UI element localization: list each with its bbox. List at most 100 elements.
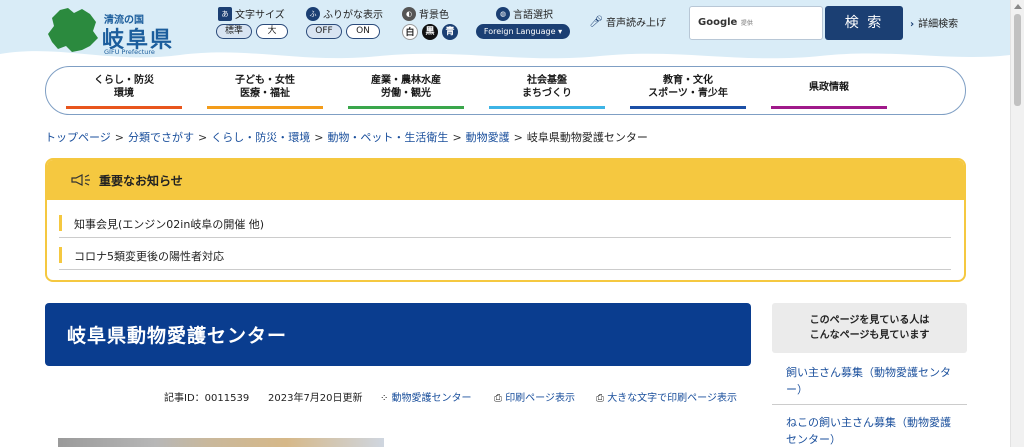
- category-link[interactable]: ⁘ 動物愛護センター: [380, 389, 472, 404]
- nav-living-disaster[interactable]: くらし・防災 環境: [66, 74, 182, 109]
- large-print-link-label[interactable]: 大きな文字で印刷ページ表示: [607, 393, 737, 404]
- advanced-search-link[interactable]: › 詳細検索: [910, 15, 958, 30]
- furigana-tool: ふふりがな表示 OFF ON: [306, 6, 392, 46]
- breadcrumb-current: 岐阜県動物愛護センター: [526, 131, 648, 144]
- nav-education-sports[interactable]: 教育・文化スポーツ・青少年: [630, 74, 746, 109]
- related-link-dog-adoption[interactable]: 飼い主さん募集（動物愛護センター）: [786, 364, 956, 398]
- large-print-link[interactable]: ⎙ 大きな文字で印刷ページ表示: [596, 389, 737, 404]
- breadcrumb-separator: >: [513, 131, 523, 144]
- divider: [772, 404, 967, 405]
- nav-industry-tourism[interactable]: 産業・農林水産 労働・観光: [348, 74, 464, 109]
- print-link-label[interactable]: 印刷ページ表示: [505, 393, 575, 404]
- bg-black-button[interactable]: 黒: [422, 24, 438, 40]
- logo-english: GIFU Prefecture: [104, 48, 155, 56]
- nav-color-bar: [207, 106, 323, 109]
- nav-label-line2: スポーツ・青少年: [648, 88, 728, 99]
- nav-color-bar: [66, 106, 182, 109]
- font-size-tool: あ文字サイズ 標準 大: [216, 6, 296, 46]
- breadcrumb-separator: >: [452, 131, 462, 144]
- page-title: 岐阜県動物愛護センター: [67, 325, 288, 347]
- font-size-label: 文字サイズ: [235, 10, 285, 21]
- grid-icon: ⁘: [380, 393, 392, 404]
- notice-bullet: [59, 247, 62, 263]
- related-link-cat-adoption[interactable]: ねこの飼い主さん募集（動物愛護センター）: [786, 414, 956, 447]
- globe-icon: ◍: [496, 6, 510, 21]
- notice-link-covid[interactable]: コロナ5類変更後の陽性者対応: [74, 248, 224, 264]
- updated-date: 2023年7月20日更新: [268, 393, 363, 404]
- notice-item: 知事会見(エンジン02in岐阜の開催 他): [59, 208, 951, 238]
- notice-bullet: [59, 215, 62, 231]
- category-link-label[interactable]: 動物愛護センター: [392, 393, 472, 404]
- nav-label-line1: 教育・文化: [663, 75, 713, 86]
- nav-infrastructure[interactable]: 社会基盤 まちづくり: [489, 74, 605, 109]
- related-heading-line1: このページを見ている人は: [809, 315, 930, 326]
- chevron-down-icon: ▾: [558, 27, 563, 36]
- speech-label: 音声読み上げ: [605, 18, 666, 29]
- font-size-icon: あ: [218, 6, 232, 21]
- scrollbar-thumb[interactable]: [1014, 14, 1021, 106]
- palette-icon: ◐: [402, 6, 416, 21]
- breadcrumb-link[interactable]: トップページ: [45, 131, 111, 144]
- nav-color-bar: [348, 106, 464, 109]
- google-logo: Google 提供: [698, 17, 753, 28]
- related-heading: このページを見ている人は こんなページも見ています: [772, 303, 967, 353]
- language-tool: ◍ 言語選択 Foreign Language ▾: [476, 6, 572, 46]
- breadcrumb-link[interactable]: 動物・ペット・生活衛生: [327, 131, 448, 144]
- advanced-search-label: 詳細検索: [918, 19, 959, 30]
- notice-link-press-conference[interactable]: 知事会見(エンジン02in岐阜の開催 他): [74, 216, 264, 232]
- foreign-language-button[interactable]: Foreign Language ▾: [476, 24, 570, 39]
- breadcrumb-separator: >: [198, 131, 208, 144]
- notice-item: コロナ5類変更後の陽性者対応: [59, 240, 951, 270]
- site-logo[interactable]: 清流の国 岐阜県 GIFU Prefecture: [46, 6, 206, 56]
- nav-prefectural-info[interactable]: 県政情報: [771, 74, 887, 109]
- nav-label-line1: 子ども・女性: [235, 75, 295, 86]
- page-scrollbar[interactable]: [1010, 0, 1024, 447]
- breadcrumb-link[interactable]: くらし・防災・環境: [211, 131, 310, 144]
- breadcrumb-link[interactable]: 分類でさがす: [128, 131, 194, 144]
- microphone-icon: 🎤︎: [589, 15, 603, 28]
- nav-color-bar: [771, 106, 887, 109]
- article-id: 記事ID：0011539: [164, 393, 250, 404]
- breadcrumb-separator: >: [114, 131, 124, 144]
- search-button[interactable]: 検 索: [825, 6, 903, 40]
- notice-title: 重要なお知らせ: [99, 174, 183, 188]
- nav-label-line1: 社会基盤: [527, 75, 567, 86]
- font-size-standard-button[interactable]: 標準: [216, 24, 252, 39]
- font-size-large-button[interactable]: 大: [256, 24, 288, 39]
- nav-color-bar: [630, 106, 746, 109]
- scroll-up-arrow-icon[interactable]: [1014, 4, 1022, 9]
- printer-icon: ⎙: [596, 393, 608, 404]
- related-pages-sidebar: このページを見ている人は こんなページも見ています 飼い主さん募集（動物愛護セン…: [772, 303, 967, 447]
- page-title-banner: 岐阜県動物愛護センター: [45, 303, 751, 366]
- chevron-right-icon: ›: [910, 19, 915, 30]
- nav-label-line1: くらし・防災: [94, 75, 154, 86]
- global-navigation: くらし・防災 環境 子ども・女性 医療・福祉 産業・農林水産 労働・観光 社会基盤 まちづくり…: [45, 66, 966, 115]
- furigana-off-button[interactable]: OFF: [306, 24, 342, 39]
- search-input[interactable]: Google 提供: [689, 6, 823, 40]
- megaphone-icon: [71, 174, 93, 189]
- speech-button[interactable]: 🎤︎ 音声読み上げ: [589, 14, 669, 44]
- breadcrumb-separator: >: [314, 131, 324, 144]
- gifu-map-icon: [48, 8, 98, 52]
- related-heading-line2: こんなページも見ています: [809, 330, 930, 341]
- background-color-tool: ◐ 背景色 白 黒 青: [402, 6, 466, 46]
- nav-label-line2: 環境: [114, 88, 134, 99]
- article-photo: [58, 438, 384, 447]
- breadcrumb-link[interactable]: 動物愛護: [466, 131, 510, 144]
- bg-blue-button[interactable]: 青: [442, 24, 458, 40]
- language-label: 言語選択: [513, 10, 553, 21]
- nav-label-line1: 産業・農林水産: [371, 75, 441, 86]
- bg-white-button[interactable]: 白: [402, 24, 418, 40]
- nav-label-line1: 県政情報: [809, 82, 849, 93]
- furigana-on-button[interactable]: ON: [346, 24, 380, 39]
- print-link[interactable]: ⎙ 印刷ページ表示: [494, 389, 575, 404]
- site-header: 清流の国 岐阜県 GIFU Prefecture あ文字サイズ 標準 大 ふふり…: [0, 0, 1010, 62]
- nav-label-line2: 労働・観光: [381, 88, 431, 99]
- notice-header: 重要なお知らせ: [47, 160, 964, 200]
- nav-label-line2: 医療・福祉: [240, 88, 290, 99]
- nav-children-medical[interactable]: 子ども・女性 医療・福祉: [207, 74, 323, 109]
- furigana-icon: ふ: [306, 6, 320, 21]
- foreign-language-label: Foreign Language: [483, 27, 556, 36]
- nav-label-line2: まちづくり: [522, 88, 572, 99]
- nav-color-bar: [489, 106, 605, 109]
